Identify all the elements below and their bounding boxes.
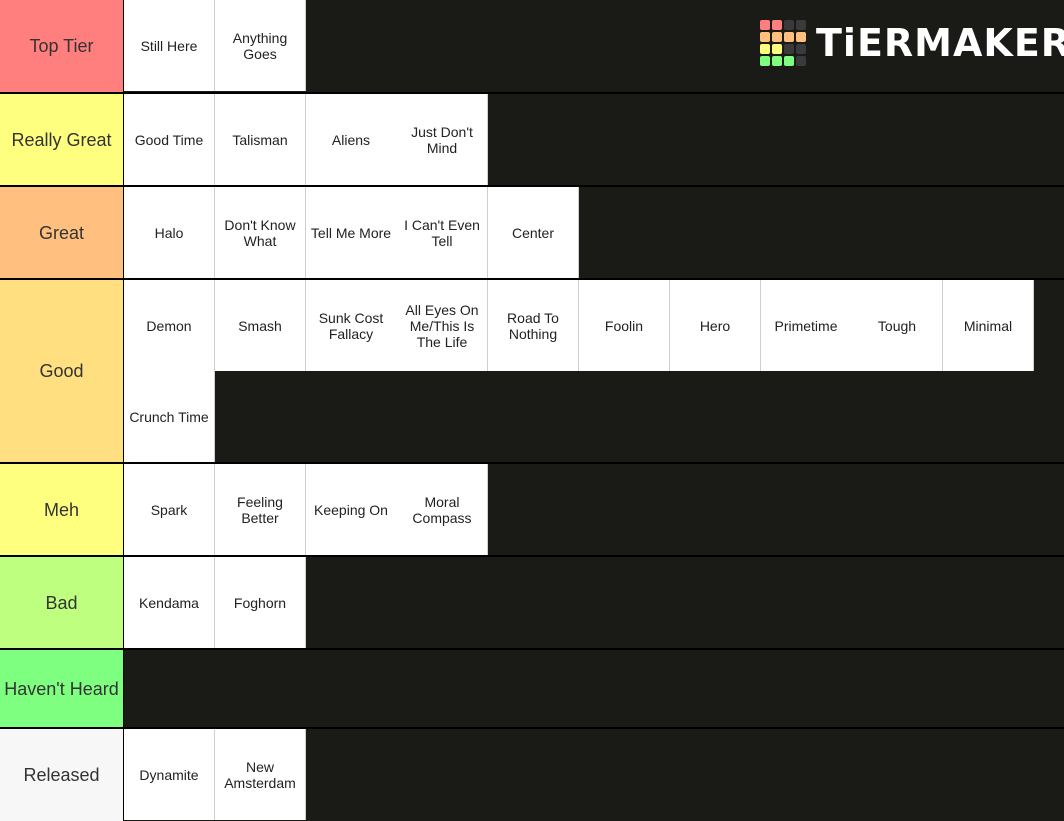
tier-item[interactable]: Sunk Cost Fallacy xyxy=(306,280,397,371)
tier-item[interactable]: Keeping On xyxy=(306,464,397,555)
tier-item[interactable]: Good Time xyxy=(124,94,215,185)
tiermaker-logo[interactable]: TiERMAKER xyxy=(760,20,1064,66)
tier-item[interactable]: Smash xyxy=(215,280,306,371)
logo-grid-cell xyxy=(784,20,794,30)
tier-items[interactable] xyxy=(124,650,1064,727)
tier-item[interactable]: Center xyxy=(488,187,579,278)
tier-list: Top Tier Still Here Anything Goes Really … xyxy=(0,0,1064,821)
logo-grid-cell xyxy=(772,56,782,66)
tier-item[interactable]: Crunch Time xyxy=(124,371,215,462)
tier-item[interactable]: Kendama xyxy=(124,557,215,648)
tier-row-great: Great Halo Don't Know What Tell Me More I C… xyxy=(0,187,1064,280)
tier-row-really-great: Really Great Good Time Talisman Aliens Just… xyxy=(0,94,1064,187)
logo-grid-cell xyxy=(784,56,794,66)
logo-text: TiERMAKER xyxy=(816,21,1064,65)
tier-row-meh: Meh Spark Feeling Better Keeping On Moral C… xyxy=(0,464,1064,557)
tier-row-havent-heard: Haven't Heard xyxy=(0,650,1064,729)
logo-grid-cell xyxy=(772,44,782,54)
tier-item[interactable]: Aliens xyxy=(306,94,397,185)
logo-grid-cell xyxy=(796,56,806,66)
tier-item[interactable]: Feeling Better xyxy=(215,464,306,555)
tier-items[interactable]: Halo Don't Know What Tell Me More I Can't E… xyxy=(124,187,1064,278)
tier-item[interactable]: Road To Nothing xyxy=(488,280,579,371)
logo-grid-cell xyxy=(784,44,794,54)
tier-items[interactable]: Kendama Foghorn xyxy=(124,557,1064,648)
logo-grid-cell xyxy=(760,56,770,66)
logo-grid-cell xyxy=(760,32,770,42)
tier-items[interactable]: Demon Smash Sunk Cost Fallacy All Eyes On M… xyxy=(124,280,1064,462)
logo-grid-cell xyxy=(772,32,782,42)
logo-grid-cell xyxy=(796,32,806,42)
tier-item[interactable]: Anything Goes xyxy=(215,0,306,91)
tier-item[interactable]: Moral Compass xyxy=(397,464,488,555)
tier-item[interactable]: Primetime xyxy=(761,280,852,371)
tier-label[interactable]: Bad xyxy=(0,557,124,648)
logo-grid-cell xyxy=(796,44,806,54)
tier-item[interactable]: Still Here xyxy=(124,0,215,91)
tier-label[interactable]: Released xyxy=(0,729,124,821)
tier-item[interactable]: Talisman xyxy=(215,94,306,185)
tier-label[interactable]: Good xyxy=(0,280,124,462)
tier-label[interactable]: Meh xyxy=(0,464,124,555)
tier-item[interactable]: Dynamite xyxy=(124,729,215,820)
tier-item[interactable]: Just Don't Mind xyxy=(397,94,488,185)
logo-grid-cell xyxy=(760,44,770,54)
tier-item[interactable]: All Eyes On Me/This Is The Life xyxy=(397,280,488,371)
tier-item[interactable]: Tell Me More xyxy=(306,187,397,278)
tier-label[interactable]: Really Great xyxy=(0,94,124,185)
logo-grid-cell xyxy=(796,20,806,30)
tier-items[interactable]: Good Time Talisman Aliens Just Don't Mind xyxy=(124,94,1064,185)
tier-items[interactable]: Spark Feeling Better Keeping On Moral Compa… xyxy=(124,464,1064,555)
tier-label[interactable]: Top Tier xyxy=(0,0,124,92)
tier-row-bad: Bad Kendama Foghorn xyxy=(0,557,1064,650)
tier-items[interactable]: Dynamite New Amsterdam xyxy=(124,729,1064,821)
tier-item[interactable]: Minimal xyxy=(943,280,1034,371)
logo-grid-cell xyxy=(784,32,794,42)
tier-label[interactable]: Haven't Heard xyxy=(0,650,124,727)
tier-item[interactable]: Hero xyxy=(670,280,761,371)
tier-item[interactable]: Don't Know What xyxy=(215,187,306,278)
tier-row-good: Good Demon Smash Sunk Cost Fallacy All Eyes… xyxy=(0,280,1064,464)
tier-item[interactable]: Demon xyxy=(124,280,215,371)
logo-grid-icon xyxy=(760,20,806,66)
tier-item[interactable]: Foolin xyxy=(579,280,670,371)
tier-label[interactable]: Great xyxy=(0,187,124,278)
tier-item[interactable]: Halo xyxy=(124,187,215,278)
tier-item[interactable]: Foghorn xyxy=(215,557,306,648)
tier-item[interactable]: Spark xyxy=(124,464,215,555)
tier-row-released: Released Dynamite New Amsterdam xyxy=(0,729,1064,821)
tier-item[interactable]: New Amsterdam xyxy=(215,729,306,820)
logo-grid-cell xyxy=(772,20,782,30)
tier-item[interactable]: Tough xyxy=(852,280,943,371)
tier-item[interactable]: I Can't Even Tell xyxy=(397,187,488,278)
logo-grid-cell xyxy=(760,20,770,30)
